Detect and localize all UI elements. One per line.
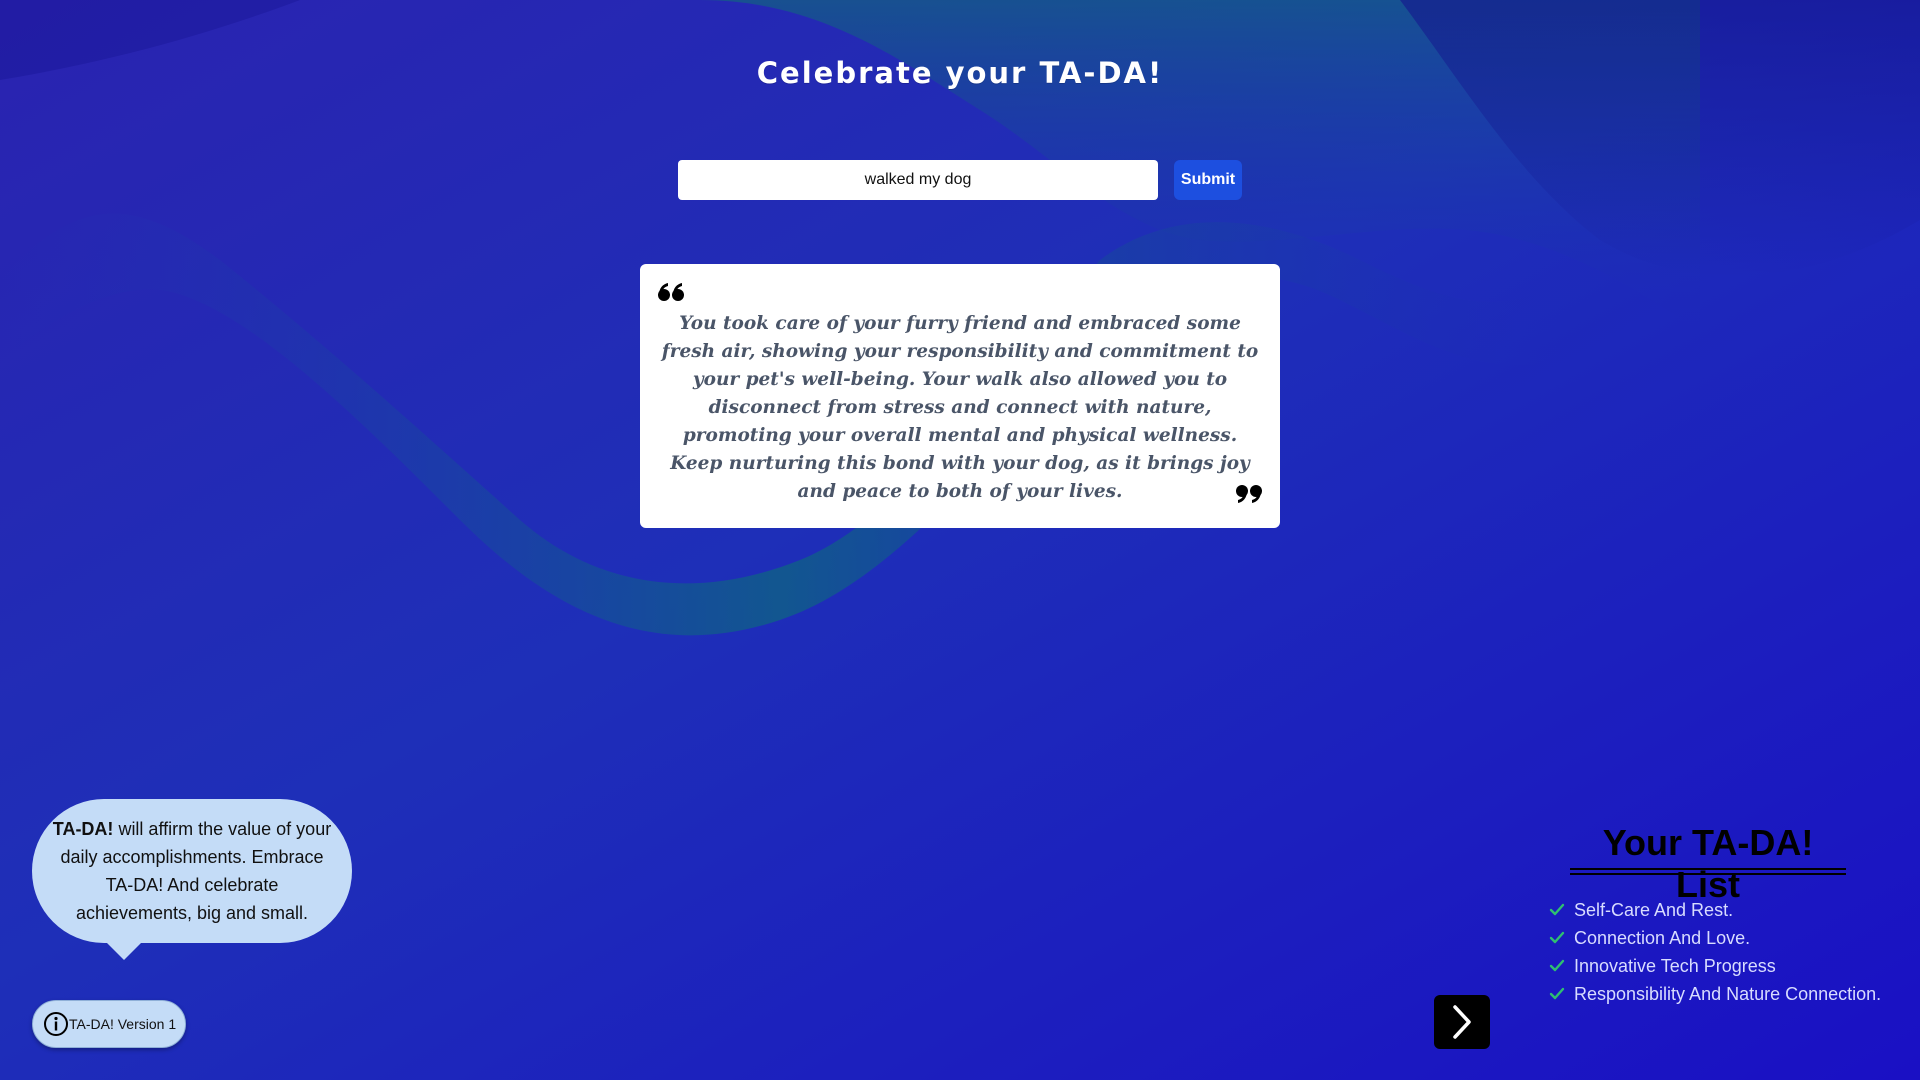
check-icon [1549, 903, 1565, 916]
version-button[interactable]: TA-DA! Version 1 [32, 1000, 186, 1048]
check-icon [1549, 987, 1565, 1000]
list-item-label: Innovative Tech Progress [1574, 955, 1776, 976]
bubble-tail [106, 942, 142, 960]
list-item-label: Connection And Love. [1574, 927, 1751, 948]
check-icon [1549, 959, 1565, 972]
info-icon [44, 1012, 68, 1036]
ta-list-title: Your TA-DA! List [1602, 822, 1814, 905]
list-item: Connection And Love. [1548, 924, 1881, 952]
info-speech-bubble: TA-DA! will affirm the value of your dai… [32, 799, 352, 943]
chevron-right-icon [1453, 1005, 1471, 1039]
quote-close-icon [1236, 485, 1262, 503]
next-button[interactable] [1434, 995, 1490, 1049]
list-item: Self-Care And Rest. [1548, 896, 1881, 924]
version-label: TA-DA! Version 1 [69, 1016, 177, 1032]
page-title: Celebrate your TA-DA! [756, 56, 1164, 90]
check-icon [1549, 931, 1565, 944]
bubble-brand: TA-DA! [52, 819, 114, 839]
submit-button[interactable]: Submit [1174, 160, 1242, 200]
ta-list-underline [1570, 868, 1846, 875]
affirmation-card: You took care of your furry friend and e… [640, 264, 1280, 528]
quote-open-icon [658, 283, 684, 301]
list-item-label: Responsibility And Nature Connection. [1574, 983, 1882, 1004]
list-item: Responsibility And Nature Connection. [1548, 980, 1881, 1008]
list-item: Innovative Tech Progress [1548, 952, 1881, 980]
list-item-label: Self-Care And Rest. [1574, 899, 1734, 920]
affirmation-text: You took care of your furry friend and e… [661, 313, 1259, 502]
accomplishment-input[interactable] [678, 160, 1158, 200]
ta-list: Self-Care And Rest. Connection And Love.… [1548, 896, 1881, 1008]
